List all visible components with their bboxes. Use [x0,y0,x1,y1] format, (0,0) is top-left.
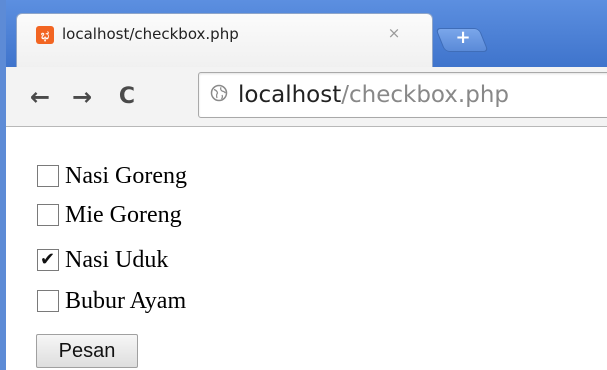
option-label: Nasi Uduk [65,246,169,273]
url-host: localhost [238,82,342,108]
forward-button[interactable]: → [69,83,95,111]
checkbox-bubur-ayam[interactable] [37,290,59,312]
checkbox-nasi-uduk[interactable] [37,249,59,271]
option-nasi-goreng[interactable]: Nasi Goreng [37,162,187,190]
url-path: /checkbox.php [341,82,509,108]
option-label: Mie Goreng [65,201,182,228]
option-nasi-uduk[interactable]: Nasi Uduk [37,246,168,274]
option-label: Bubur Ayam [65,287,187,314]
xampp-favicon-icon: ಭ [36,26,54,44]
close-icon[interactable]: × [386,23,402,43]
option-label: Nasi Goreng [65,162,187,189]
checkbox-nasi-goreng[interactable] [37,165,59,187]
new-tab-icon[interactable]: + [452,27,474,49]
submit-button[interactable]: Pesan [36,334,138,368]
reload-button[interactable]: C [114,83,140,111]
checkbox-mie-goreng[interactable] [37,204,59,226]
globe-icon [210,84,228,102]
tab-title: localhost/checkbox.php [62,25,239,43]
option-mie-goreng[interactable]: Mie Goreng [37,201,182,229]
option-bubur-ayam[interactable]: Bubur Ayam [37,287,186,315]
back-button[interactable]: ← [27,83,53,111]
url-text[interactable]: localhost/checkbox.php [238,81,509,109]
